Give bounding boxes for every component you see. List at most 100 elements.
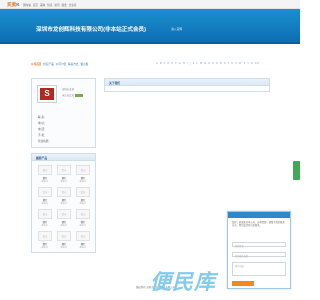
product-price: 面议/片 [41, 225, 49, 227]
top-link-home[interactable]: 首页 [33, 3, 38, 7]
alpha-link[interactable]: D [168, 62, 170, 65]
site-logo[interactable]: 买卖K [7, 2, 20, 8]
alpha-link[interactable]: K [193, 62, 195, 65]
alpha-link[interactable]: J [190, 62, 191, 65]
product-price: 面议/片 [41, 181, 49, 183]
product-album: 图册产品 暂无 螺钉 面议/片 暂无 螺钉 面议/片 暂无 螺钉 面议/片 暂无 螺钉 面议/片… [31, 153, 96, 253]
field-address: 地 址： [38, 122, 47, 125]
product-image-placeholder: 暂无 [76, 187, 90, 197]
product-image-placeholder: 暂无 [38, 231, 52, 241]
alpha-link[interactable]: X [244, 62, 246, 65]
company-logo-mark: S [40, 88, 54, 100]
alpha-link[interactable]: I [187, 62, 188, 65]
nav-products[interactable]: 供应产品 [43, 62, 53, 66]
alpha-link[interactable]: Y [247, 62, 248, 65]
product-price: 面议/片 [60, 203, 68, 205]
product-item[interactable]: 暂无 螺钉 面议/片 [75, 231, 91, 250]
top-link-intl[interactable]: 国内站 [23, 3, 31, 7]
alpha-link[interactable]: P [212, 62, 213, 65]
product-item[interactable]: 暂无 螺钉 面议/片 [75, 165, 91, 184]
product-image-placeholder: 暂无 [57, 165, 71, 175]
top-bar: 买卖K 国内站 首页 采购 供应 资讯 展会 企业库 [0, 0, 300, 9]
visitor-phone-input[interactable]: 您的联系电话 [232, 252, 286, 258]
logo-text: 买卖 [7, 2, 17, 7]
product-price: 面议/片 [60, 225, 68, 227]
alpha-link[interactable]: W [239, 62, 241, 65]
top-link-expo[interactable]: 展会 [62, 3, 67, 7]
product-item[interactable]: 暂无 螺钉 面议/片 [37, 187, 53, 206]
product-item[interactable]: 暂无 螺钉 面议/片 [56, 231, 72, 250]
nav-contact[interactable]: 联系方式 [68, 62, 78, 66]
alpha-link[interactable]: 0-9 [255, 62, 259, 65]
message-widget-text: 您好，欢迎来访本公司，如有需要，请留下您的联系方式，我们会尽快与您联系。 [232, 221, 285, 228]
top-link-supply[interactable]: 供应 [47, 3, 52, 7]
official-site-link[interactable]: 进入官网 [171, 27, 182, 31]
alpha-link[interactable]: L [196, 62, 197, 65]
company-title: 深圳市龙创辉科技有限公司(非本站正式会员) [36, 27, 147, 33]
product-item[interactable]: 暂无 螺钉 面议/片 [56, 209, 72, 228]
alpha-link[interactable]: H [183, 62, 185, 65]
product-image-placeholder: 暂无 [76, 165, 90, 175]
alpha-link[interactable]: V [235, 62, 237, 65]
alpha-link[interactable]: A [156, 62, 158, 65]
nav-about[interactable]: 公司介绍 [56, 62, 66, 66]
product-item[interactable]: 暂无 螺钉 面议/片 [37, 231, 53, 250]
alpha-link[interactable]: T [228, 62, 229, 65]
product-image-placeholder: 暂无 [38, 209, 52, 219]
nav-home[interactable]: 公司首页 [31, 62, 41, 66]
field-contact: 联 系： [38, 116, 47, 119]
product-item[interactable]: 暂无 螺钉 面议/片 [37, 209, 53, 228]
product-price: 面议/片 [60, 247, 68, 249]
alpha-link[interactable]: O [208, 62, 210, 65]
product-price: 面议/片 [41, 203, 49, 205]
product-price: 面议/片 [79, 181, 87, 183]
product-price: 面议/片 [60, 181, 68, 183]
alpha-link[interactable]: N [204, 62, 206, 65]
product-image-placeholder: 暂无 [38, 187, 52, 197]
alpha-link[interactable]: G [179, 62, 181, 65]
top-link-companies[interactable]: 企业库 [69, 3, 77, 7]
alpha-link[interactable]: B [160, 62, 162, 65]
company-profile-card: S 深圳市龙创 未认证会员 联 系： 地 址： 电 话： 手 机： 营业执照： [31, 78, 96, 148]
product-image-placeholder: 暂无 [38, 165, 52, 175]
alpha-link[interactable]: F [175, 62, 176, 65]
about-panel-title: 关于我们 [105, 79, 269, 86]
alpha-link[interactable]: E [172, 62, 174, 65]
product-item[interactable]: 暂无 螺钉 面议/片 [56, 165, 72, 184]
top-link-news[interactable]: 资讯 [54, 3, 59, 7]
watermark-logo: 便民库 [150, 270, 216, 294]
product-image-placeholder: 暂无 [57, 187, 71, 197]
company-nav: 公司首页 供应产品 公司介绍 联系方式 留言板 [31, 62, 88, 66]
about-panel: 关于我们 [104, 78, 270, 92]
company-logo: S [37, 85, 57, 103]
visitor-name-input[interactable]: 您的姓名 [232, 242, 286, 248]
alpha-link[interactable]: Z [251, 62, 253, 65]
top-links: 国内站 首页 采购 供应 资讯 展会 企业库 [23, 3, 77, 7]
product-price: 面议/片 [79, 225, 87, 227]
top-link-purchase[interactable]: 采购 [40, 3, 45, 7]
field-mobile: 手 机： [38, 134, 47, 137]
nav-messages[interactable]: 留言板 [81, 62, 89, 66]
alpha-link[interactable]: Q [216, 62, 218, 65]
product-item[interactable]: 暂无 螺钉 面议/片 [75, 187, 91, 206]
product-image-placeholder: 暂无 [57, 231, 71, 241]
member-status-text: 未认证会员 [62, 94, 74, 97]
product-item[interactable]: 暂无 螺钉 面议/片 [56, 187, 72, 206]
floating-contact-button[interactable] [293, 161, 300, 180]
alpha-link[interactable]: C [164, 62, 166, 65]
alpha-link[interactable]: M [200, 62, 202, 65]
company-short-name: 深圳市龙创 [62, 88, 74, 91]
member-status: 未认证会员 [62, 93, 83, 97]
alpha-link[interactable]: S [224, 62, 226, 65]
product-image-placeholder: 暂无 [76, 231, 90, 241]
product-price: 面议/片 [41, 247, 49, 249]
product-item[interactable]: 暂无 螺钉 面议/片 [75, 209, 91, 228]
message-widget-header [228, 212, 290, 218]
message-content-input[interactable]: 留言内容 [232, 262, 286, 276]
alpha-link[interactable]: R [220, 62, 222, 65]
product-price: 面议/片 [79, 203, 87, 205]
send-message-button[interactable] [232, 281, 254, 286]
product-image-placeholder: 暂无 [57, 209, 71, 219]
product-item[interactable]: 暂无 螺钉 面议/片 [37, 165, 53, 184]
alpha-link[interactable]: U [231, 62, 233, 65]
